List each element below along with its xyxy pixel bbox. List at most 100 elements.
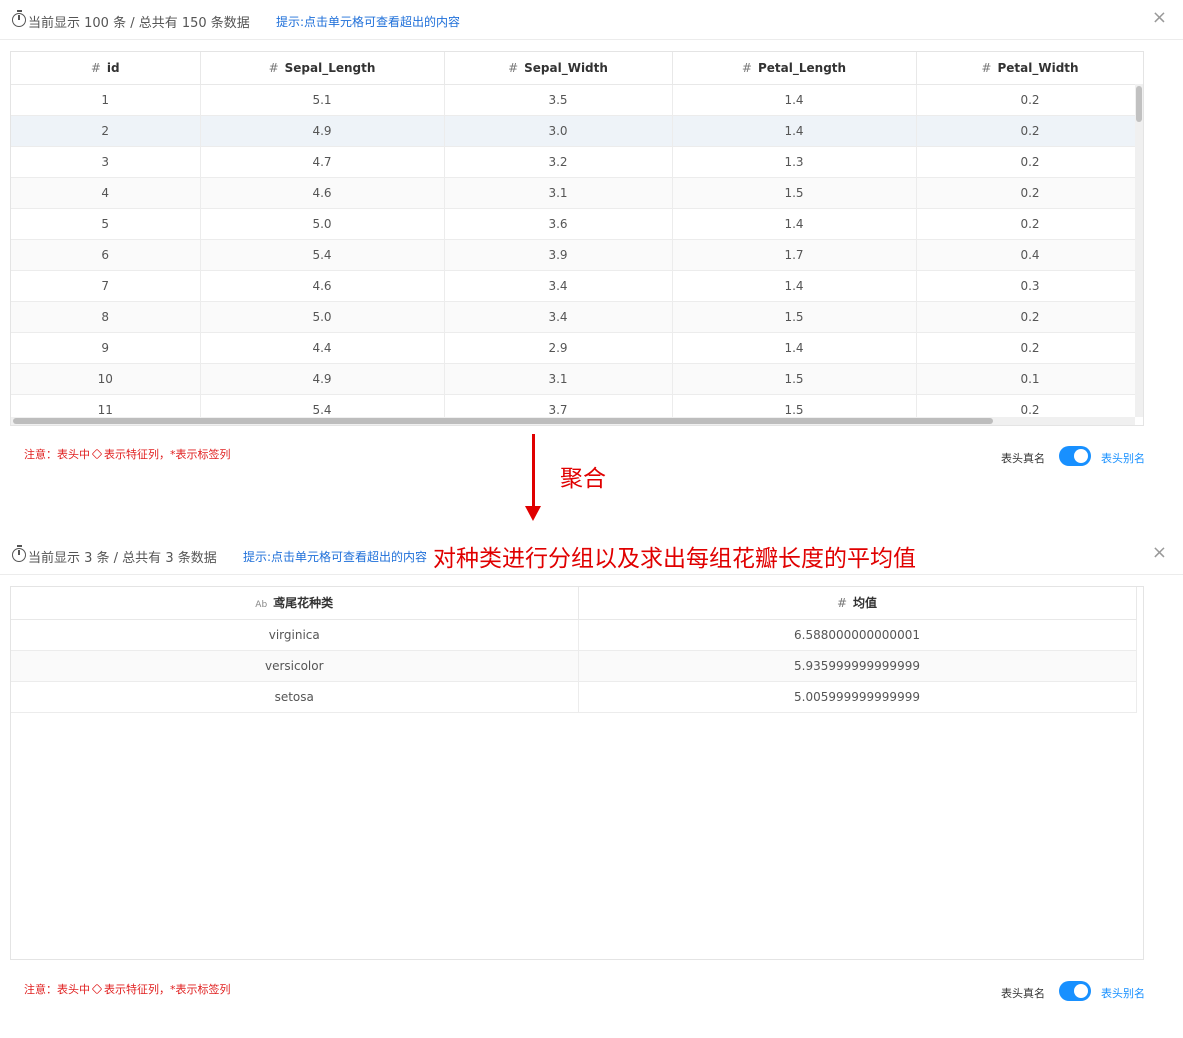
table-cell[interactable]: 0.2 <box>916 115 1143 147</box>
bottom-header-alias-switch[interactable] <box>1059 981 1091 1001</box>
table-cell[interactable]: 5.0 <box>200 301 445 333</box>
table-row[interactable]: 8 5.0 3.4 1.5 0.2 <box>11 301 1143 333</box>
col-header-id[interactable]: # id <box>11 52 201 85</box>
bottom-toggle-label-alias[interactable]: 表头别名 <box>1101 985 1145 1001</box>
table-cell[interactable]: 0.4 <box>916 239 1143 271</box>
table-cell[interactable]: setosa <box>11 681 579 713</box>
table-cell[interactable]: 1.4 <box>672 208 917 240</box>
table-cell[interactable]: 5.005999999999999 <box>578 681 1137 713</box>
table-cell[interactable]: 1.4 <box>672 332 917 364</box>
table-cell[interactable]: virginica <box>11 619 579 651</box>
table-cell[interactable]: 7 <box>11 270 201 302</box>
col-header-species[interactable]: Ab 鸢尾花种类 <box>11 587 579 620</box>
table-cell[interactable]: 4 <box>11 177 201 209</box>
table-cell[interactable]: 1.5 <box>672 301 917 333</box>
table-cell[interactable]: 5.0 <box>200 208 445 240</box>
table-cell[interactable]: 4.7 <box>200 146 445 178</box>
table-cell[interactable]: 3.1 <box>444 363 673 395</box>
table-row[interactable]: 3 4.7 3.2 1.3 0.2 <box>11 146 1143 178</box>
table-cell[interactable]: 4.9 <box>200 115 445 147</box>
table-cell[interactable]: 0.2 <box>916 177 1143 209</box>
table-cell[interactable]: 3.9 <box>444 239 673 271</box>
table-row[interactable]: versicolor 5.935999999999999 <box>11 650 1137 682</box>
table-cell[interactable]: 3.4 <box>444 301 673 333</box>
table-cell[interactable]: 1.4 <box>672 84 917 116</box>
top-toggle-label-alias[interactable]: 表头别名 <box>1101 450 1145 466</box>
table-row[interactable]: 2 4.9 3.0 1.4 0.2 <box>11 115 1143 147</box>
table-row[interactable]: 4 4.6 3.1 1.5 0.2 <box>11 177 1143 209</box>
top-horizontal-scroll-thumb[interactable] <box>13 418 993 424</box>
top-panel-header: 当前显示 100 条 / 总共有 150 条数据 提示:点击单元格可查看超出的内… <box>0 0 1183 40</box>
bottom-close-icon[interactable]: × <box>1152 543 1167 563</box>
table-cell[interactable]: 1.5 <box>672 177 917 209</box>
table-cell[interactable]: 1.3 <box>672 146 917 178</box>
feature-column-icon <box>91 983 103 995</box>
top-close-icon[interactable]: × <box>1152 8 1167 28</box>
table-cell[interactable]: 4.4 <box>200 332 445 364</box>
table-cell[interactable]: 1.4 <box>672 270 917 302</box>
top-vertical-scroll-thumb[interactable] <box>1136 86 1142 122</box>
table-cell[interactable]: 5.4 <box>200 239 445 271</box>
table-cell[interactable]: 8 <box>11 301 201 333</box>
table-row[interactable]: 9 4.4 2.9 1.4 0.2 <box>11 332 1143 364</box>
bottom-header-name-toggle-group: 表头真名 表头别名 <box>1001 981 1161 1003</box>
table-cell[interactable]: 6 <box>11 239 201 271</box>
table-cell[interactable]: 5 <box>11 208 201 240</box>
table-cell[interactable]: 5.1 <box>200 84 445 116</box>
table-cell[interactable]: 3.4 <box>444 270 673 302</box>
top-horizontal-scrollbar[interactable] <box>11 417 1135 425</box>
top-toggle-label-real-name: 表头真名 <box>1001 452 1045 465</box>
table-cell[interactable]: 0.3 <box>916 270 1143 302</box>
bottom-tip-text: 提示:点击单元格可查看超出的内容 <box>243 550 428 564</box>
table-cell[interactable]: 3 <box>11 146 201 178</box>
table-cell[interactable]: 2.9 <box>444 332 673 364</box>
top-record-count: 当前显示 100 条 / 总共有 150 条数据 <box>28 16 250 31</box>
top-vertical-scrollbar[interactable] <box>1135 84 1143 417</box>
top-legend-note: 注意：表头中 表示特征列，*表示标签列 <box>24 448 231 461</box>
table-cell[interactable]: 10 <box>11 363 201 395</box>
table-row[interactable]: setosa 5.005999999999999 <box>11 681 1137 713</box>
table-cell[interactable]: 3.1 <box>444 177 673 209</box>
table-cell[interactable]: 4.6 <box>200 177 445 209</box>
table-cell[interactable]: 0.1 <box>916 363 1143 395</box>
table-cell[interactable]: 0.2 <box>916 84 1143 116</box>
table-cell[interactable]: versicolor <box>11 650 579 682</box>
table-cell[interactable]: 3.5 <box>444 84 673 116</box>
bottom-toggle-label-real-name: 表头真名 <box>1001 987 1045 1000</box>
table-cell[interactable]: 1.4 <box>672 115 917 147</box>
col-header-petal-width[interactable]: # Petal_Width <box>916 52 1143 85</box>
table-cell[interactable]: 4.9 <box>200 363 445 395</box>
table-cell[interactable]: 1.7 <box>672 239 917 271</box>
aggregate-arrow <box>532 434 535 508</box>
table-cell[interactable]: 6.588000000000001 <box>578 619 1137 651</box>
table-cell[interactable]: 5.935999999999999 <box>578 650 1137 682</box>
col-header-sepal-width[interactable]: # Sepal_Width <box>444 52 673 85</box>
table-row[interactable]: 5 5.0 3.6 1.4 0.2 <box>11 208 1143 240</box>
table-cell[interactable]: 3.2 <box>444 146 673 178</box>
table-cell[interactable]: 3.0 <box>444 115 673 147</box>
text-type-icon: Ab <box>255 600 268 611</box>
col-header-mean[interactable]: # 均值 <box>578 587 1137 620</box>
table-cell[interactable]: 4.6 <box>200 270 445 302</box>
table-cell[interactable]: 9 <box>11 332 201 364</box>
table-row[interactable]: virginica 6.588000000000001 <box>11 619 1137 651</box>
top-header-alias-switch[interactable] <box>1059 446 1091 466</box>
table-cell[interactable]: 0.2 <box>916 146 1143 178</box>
table-row[interactable]: 1 5.1 3.5 1.4 0.2 <box>11 84 1143 116</box>
col-header-sepal-length[interactable]: # Sepal_Length <box>200 52 445 85</box>
table-cell[interactable]: 1.5 <box>672 363 917 395</box>
top-data-grid: # id # Sepal_Length # Sepal_Width # Petal_Le… <box>10 51 1144 426</box>
bottom-table-header-row: Ab 鸢尾花种类 # 均值 <box>11 587 1137 620</box>
table-row[interactable]: 10 4.9 3.1 1.5 0.1 <box>11 363 1143 395</box>
col-header-petal-length[interactable]: # Petal_Length <box>672 52 917 85</box>
table-cell[interactable]: 0.2 <box>916 208 1143 240</box>
table-cell[interactable]: 2 <box>11 115 201 147</box>
table-cell[interactable]: 1 <box>11 84 201 116</box>
table-cell[interactable]: 0.2 <box>916 301 1143 333</box>
table-cell[interactable]: 0.2 <box>916 332 1143 364</box>
clock-icon <box>12 10 26 27</box>
table-cell[interactable]: 3.6 <box>444 208 673 240</box>
table-row[interactable]: 6 5.4 3.9 1.7 0.4 <box>11 239 1143 271</box>
aggregation-description: 对种类进行分组以及求出每组花瓣长度的平均值 <box>433 546 916 572</box>
table-row[interactable]: 7 4.6 3.4 1.4 0.3 <box>11 270 1143 302</box>
